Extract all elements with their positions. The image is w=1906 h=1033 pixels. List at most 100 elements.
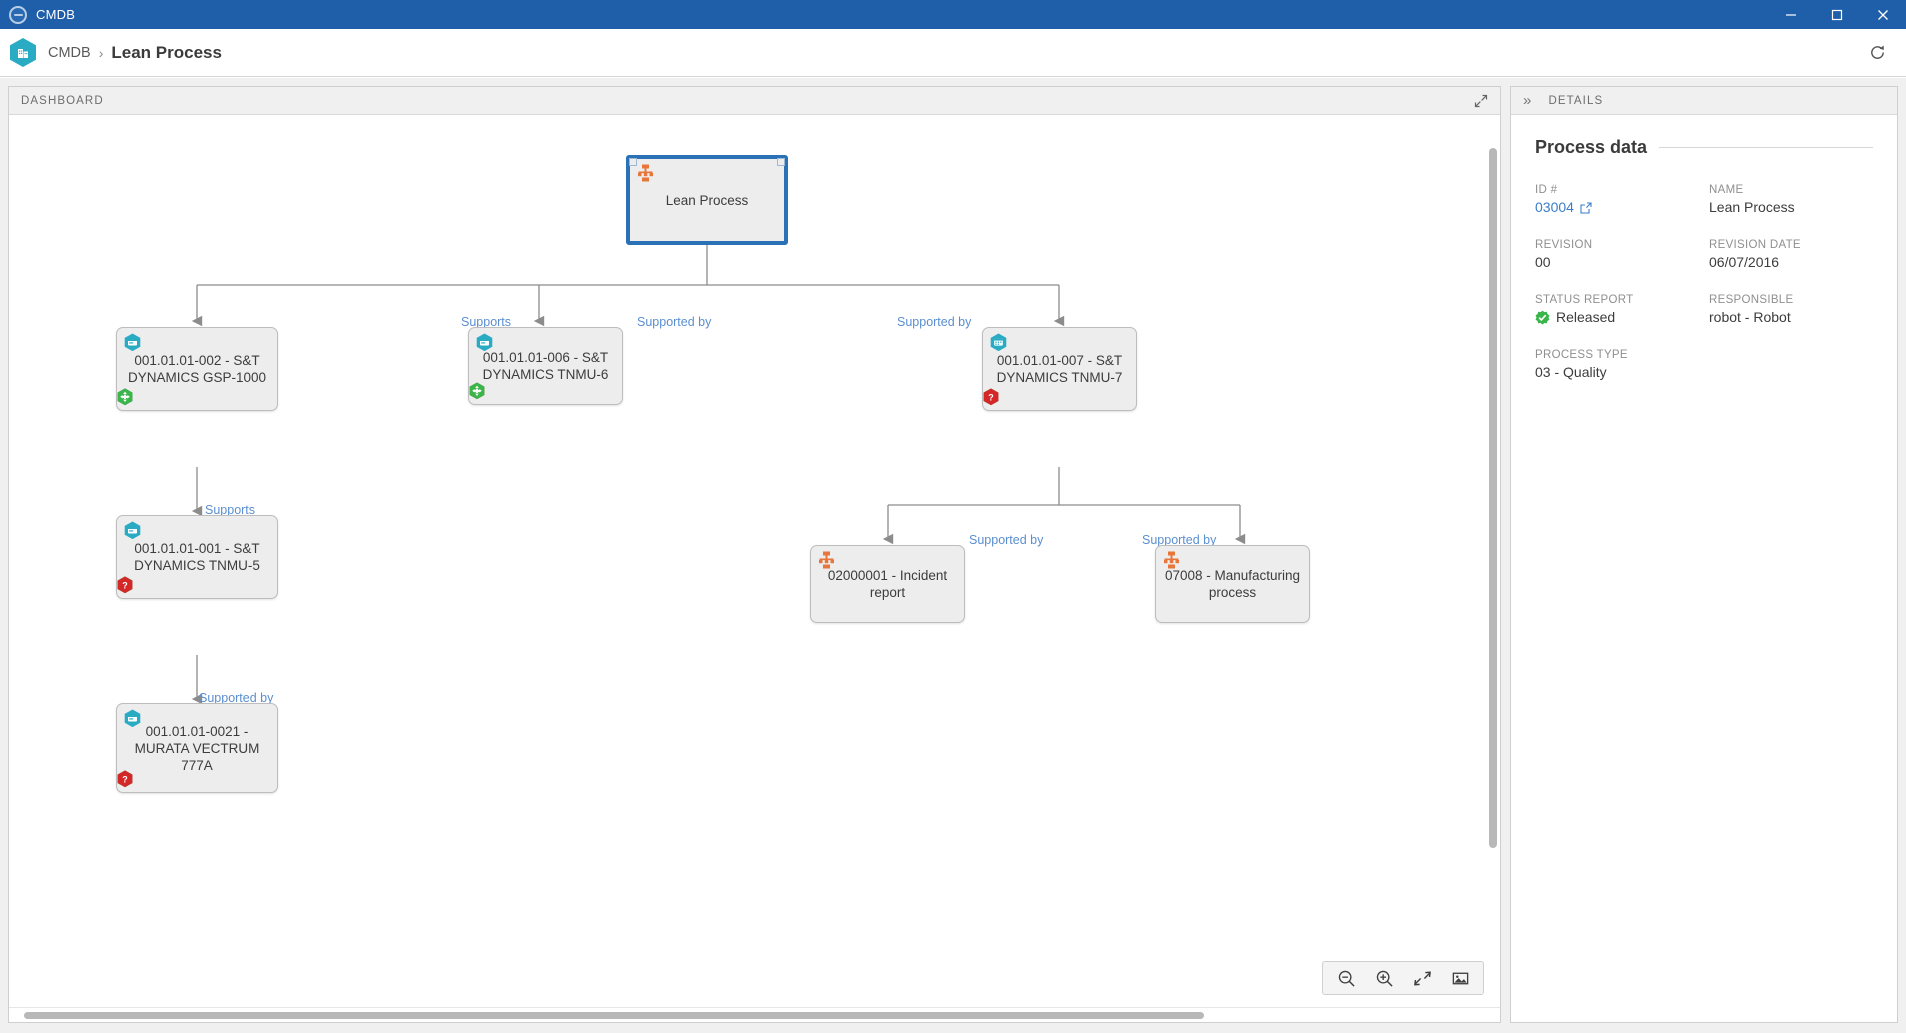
field-value: 06/07/2016 xyxy=(1709,254,1780,270)
window-controls xyxy=(1768,0,1906,29)
field-label: RESPONSIBLE xyxy=(1709,294,1794,306)
details-section-header: Process data xyxy=(1535,137,1873,158)
field-revision: REVISION 00 xyxy=(1535,239,1699,270)
chevron-double-right-icon[interactable]: » xyxy=(1523,93,1532,108)
graph-node-label: 001.01.01-0021 - MURATA VECTRUM 777A xyxy=(134,723,260,773)
graph-node-label: 001.01.01-002 - S&T DYNAMICS GSP-1000 xyxy=(127,353,267,385)
breadcrumb: CMDB › Lean Process xyxy=(0,29,1906,77)
graph-node-label: 001.01.01-001 - S&T DYNAMICS TNMU-5 xyxy=(134,541,260,573)
dashboard-panel: DASHBOARD Supports Supported by Supporte… xyxy=(8,86,1501,1023)
graph-horizontal-scrollbar[interactable] xyxy=(9,1007,1500,1022)
tool-red-badge-icon xyxy=(469,382,545,400)
graph-node-lean-process[interactable]: Lean Process xyxy=(626,155,788,245)
field-label: NAME xyxy=(1709,184,1744,196)
details-panel-header: » DETAILS xyxy=(1511,87,1897,115)
status-badge-label: Released xyxy=(1556,309,1616,325)
zoom-out-icon[interactable] xyxy=(1329,964,1363,992)
breadcrumb-separator: › xyxy=(98,44,104,61)
field-responsible: RESPONSIBLE robot - Robot xyxy=(1709,294,1873,325)
calendar-teal-icon xyxy=(990,333,1007,352)
tool-red-badge-icon xyxy=(117,576,178,594)
dashboard-panel-header: DASHBOARD xyxy=(9,87,1500,115)
page-title: Lean Process xyxy=(111,42,222,62)
export-image-icon[interactable] xyxy=(1443,964,1477,992)
tool-red-badge-icon xyxy=(117,388,196,406)
graph-vertical-scrollbar-thumb[interactable] xyxy=(1489,148,1497,848)
edge-label-supported-by-4: Supported by xyxy=(969,533,1044,547)
details-section-title: Process data xyxy=(1535,137,1648,157)
graph-node-tnmu-6[interactable]: 001.01.01-006 - S&T DYNAMICS TNMU-6 xyxy=(468,327,623,405)
process-orange-icon xyxy=(818,551,835,570)
help-red-badge-icon: ? xyxy=(117,576,232,594)
details-panel: » DETAILS Process data ID # 03004 NAME L… xyxy=(1510,86,1898,1023)
svg-text:?: ? xyxy=(988,392,994,402)
field-value: robot - Robot xyxy=(1709,309,1791,325)
field-label: REVISION DATE xyxy=(1709,239,1801,251)
move-green-badge-icon xyxy=(117,576,214,594)
details-body: Process data ID # 03004 NAME Lean Proces… xyxy=(1511,115,1897,1022)
status-badge-released-icon xyxy=(1535,310,1550,325)
settings-teal-badge-icon xyxy=(117,576,196,594)
process-orange-icon xyxy=(637,164,654,183)
graph-node-murata-vectrum-777a[interactable]: 001.01.01-0021 - MURATA VECTRUM 777A ? xyxy=(116,703,278,793)
graph-node-badges: ? xyxy=(117,576,277,594)
graph-canvas-area[interactable]: Supports Supported by Supported by Suppo… xyxy=(9,115,1500,1007)
graph-node-tnmu-7[interactable]: 001.01.01-007 - S&T DYNAMICS TNMU-7 ? xyxy=(982,327,1137,411)
tool-red-badge-icon xyxy=(983,388,1050,406)
fit-to-screen-icon[interactable] xyxy=(1405,964,1439,992)
field-name: NAME Lean Process xyxy=(1709,184,1873,215)
field-revision-date: REVISION DATE 06/07/2016 xyxy=(1709,239,1873,270)
graph-node-label: 001.01.01-006 - S&T DYNAMICS TNMU-6 xyxy=(482,350,609,382)
svg-text:?: ? xyxy=(122,580,128,590)
graph-node-label: 07008 - Manufacturing process xyxy=(1164,568,1301,600)
field-label: ID # xyxy=(1535,184,1558,196)
graph-vertical-scrollbar[interactable] xyxy=(1486,144,1499,987)
expand-icon[interactable] xyxy=(1472,92,1490,110)
details-panel-title: DETAILS xyxy=(1548,94,1604,107)
external-link-icon[interactable] xyxy=(1580,201,1592,214)
field-value: Lean Process xyxy=(1709,199,1795,215)
section-divider xyxy=(1659,147,1873,148)
graph-node-incident-report[interactable]: 02000001 - Incident report xyxy=(810,545,965,623)
close-button[interactable] xyxy=(1860,0,1906,29)
edge-label-supported-by-2: Supported by xyxy=(897,315,972,329)
minimize-button[interactable] xyxy=(1768,0,1814,29)
graph-node-label: 001.01.01-007 - S&T DYNAMICS TNMU-7 xyxy=(996,353,1123,385)
field-value: 00 xyxy=(1535,254,1551,270)
move-green-badge-icon xyxy=(117,388,232,406)
asset-teal-icon xyxy=(124,521,141,540)
field-label: PROCESS TYPE xyxy=(1535,349,1628,361)
graph-node-manufacturing-process[interactable]: 07008 - Manufacturing process xyxy=(1155,545,1310,623)
tool-red-badge-icon xyxy=(117,770,178,788)
maximize-button[interactable] xyxy=(1814,0,1860,29)
field-value[interactable]: 03004 xyxy=(1535,199,1699,215)
process-orange-icon xyxy=(1163,551,1180,570)
workspace: DASHBOARD Supports Supported by Supporte… xyxy=(0,78,1906,1033)
help-red-badge-icon: ? xyxy=(117,770,232,788)
graph-canvas: Supports Supported by Supported by Suppo… xyxy=(9,115,1500,1007)
window-titlebar: CMDB xyxy=(0,0,1906,29)
move-green-badge-icon xyxy=(117,770,214,788)
settings-teal-badge-icon xyxy=(117,770,196,788)
graph-node-gsp-1000[interactable]: 001.01.01-002 - S&T DYNAMICS GSP-1000 xyxy=(116,327,278,411)
help-red-badge-icon: ? xyxy=(983,388,1086,406)
asset-teal-icon xyxy=(124,709,141,728)
graph-node-badges: ? xyxy=(117,770,277,788)
field-id: ID # 03004 xyxy=(1535,184,1699,215)
settings-teal-badge-icon xyxy=(117,388,214,406)
graph-node-badges xyxy=(117,388,277,406)
edge-label-supported-by-1: Supported by xyxy=(637,315,712,329)
dashboard-panel-title: DASHBOARD xyxy=(21,94,104,107)
zoom-in-icon[interactable] xyxy=(1367,964,1401,992)
details-field-grid: ID # 03004 NAME Lean Process REVISION 00… xyxy=(1535,184,1873,380)
svg-text:?: ? xyxy=(122,774,128,784)
graph-node-tnmu-5[interactable]: 001.01.01-001 - S&T DYNAMICS TNMU-5 ? xyxy=(116,515,278,599)
graph-toolbar xyxy=(1322,961,1484,995)
graph-node-label: 02000001 - Incident report xyxy=(827,568,948,600)
move-green-badge-icon xyxy=(983,388,1068,406)
breadcrumb-root-link[interactable]: CMDB xyxy=(48,45,91,61)
graph-node-label: Lean Process xyxy=(665,192,749,208)
graph-horizontal-scrollbar-thumb[interactable] xyxy=(24,1012,1204,1019)
move-green-badge-icon xyxy=(469,382,563,400)
refresh-icon[interactable] xyxy=(1864,40,1890,66)
